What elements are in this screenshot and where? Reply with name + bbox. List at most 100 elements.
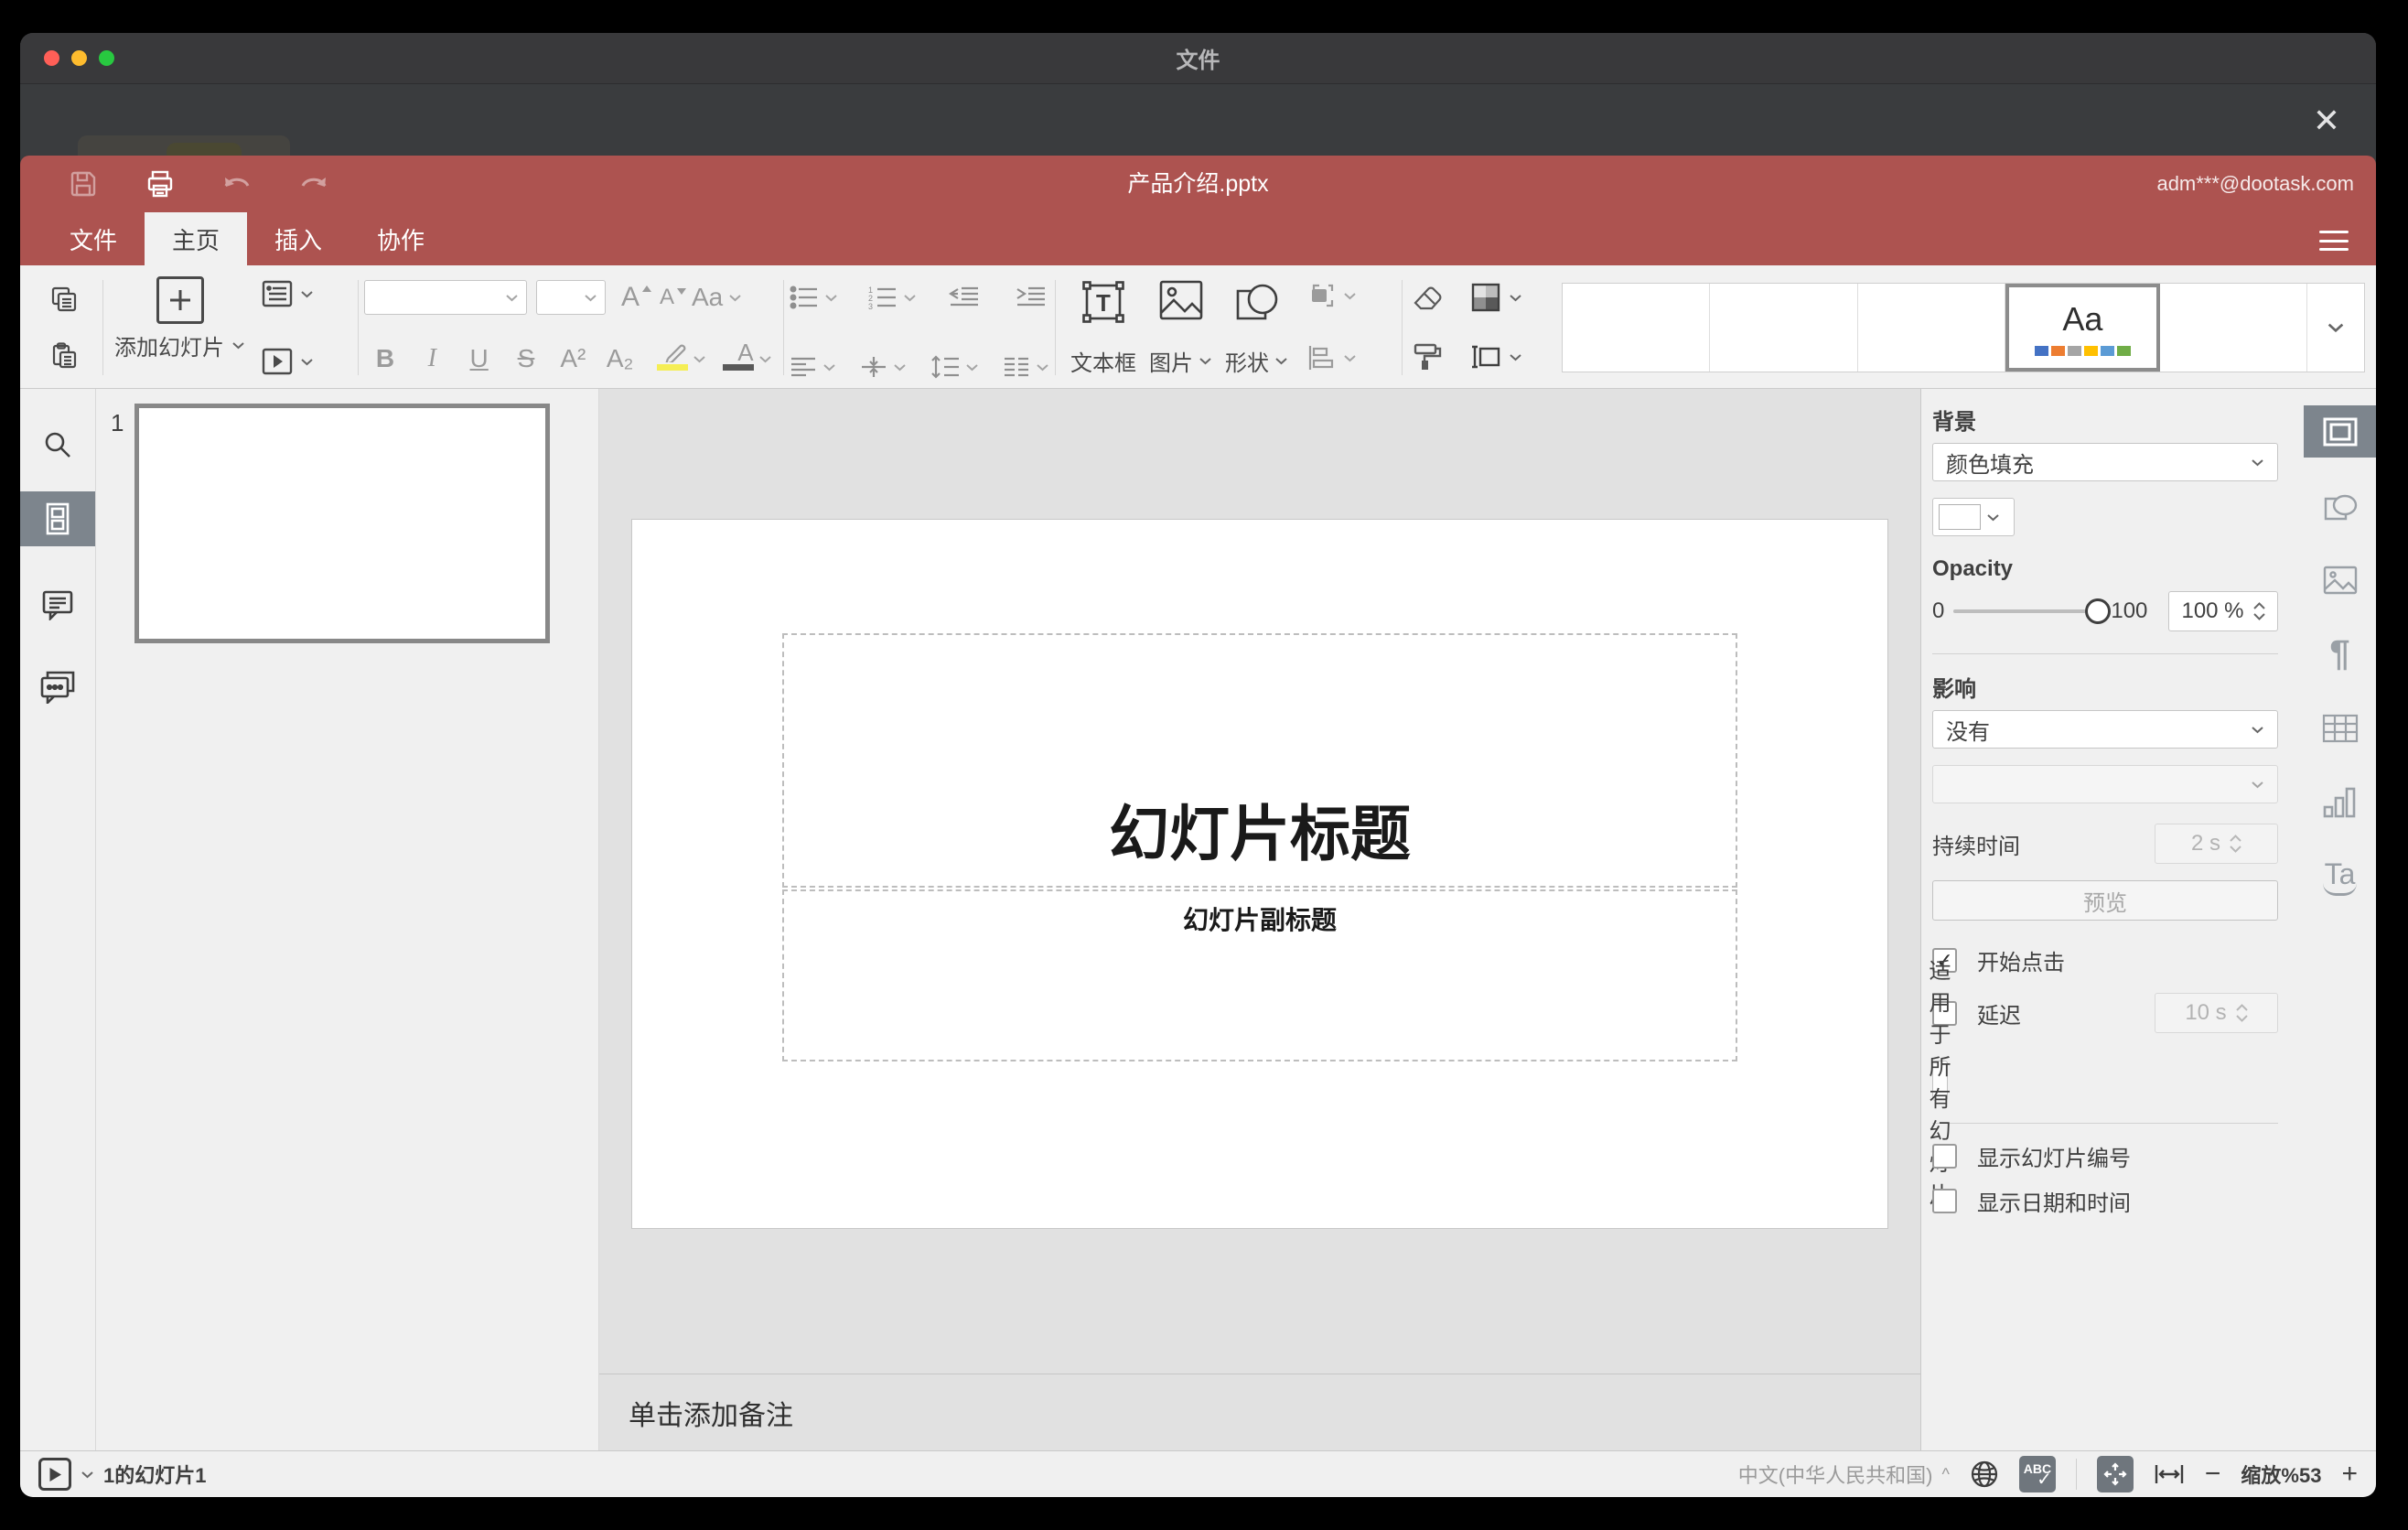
bold-button[interactable]: B: [364, 339, 406, 379]
subtitle-placeholder[interactable]: 幻灯片副标题: [782, 889, 1737, 1061]
opacity-spinner[interactable]: 100 %: [2168, 591, 2278, 631]
text-art-settings-icon[interactable]: Ta: [2304, 850, 2376, 902]
close-editor-button[interactable]: ✕: [2306, 101, 2347, 141]
chat-icon[interactable]: [20, 660, 95, 715]
color-scheme-button[interactable]: [1470, 282, 1522, 313]
apply-to-all-slides-button[interactable]: 适用于所有幻灯片: [1930, 959, 1951, 1208]
paint-roller-icon[interactable]: [1412, 342, 1443, 372]
highlight-color-bar: [656, 363, 688, 371]
preview-button: 预览: [1932, 880, 2278, 921]
macos-titlebar: 文件: [20, 33, 2376, 84]
svg-text:T: T: [1096, 289, 1111, 317]
slide-thumbnail-selected[interactable]: [134, 404, 550, 643]
slide-layout-button[interactable]: [262, 280, 314, 307]
chevron-down-icon[interactable]: [81, 1471, 94, 1479]
strikethrough-button[interactable]: S: [505, 339, 547, 379]
font-name-select[interactable]: [364, 280, 527, 315]
theme-thumbnail[interactable]: [2160, 284, 2308, 372]
panel-divider: [1932, 1123, 2278, 1124]
menu-icon[interactable]: [2319, 231, 2349, 251]
fill-color-picker[interactable]: [1932, 498, 2015, 536]
tab-file[interactable]: 文件: [42, 212, 145, 265]
insert-image-button[interactable]: 图片: [1149, 276, 1212, 379]
bullet-list-button[interactable]: [790, 286, 838, 309]
table-settings-icon[interactable]: [2304, 702, 2376, 754]
arrange-shape-button[interactable]: [1306, 282, 1357, 309]
numbered-list-button[interactable]: 123: [868, 286, 917, 309]
underline-button[interactable]: U: [458, 339, 500, 379]
overlay-backdrop: ✕: [20, 84, 2376, 156]
title-placeholder[interactable]: 幻灯片标题: [782, 633, 1737, 888]
slide-canvas[interactable]: 幻灯片标题 幻灯片副标题: [599, 389, 1920, 1374]
opacity-slider-track[interactable]: [1953, 609, 2090, 613]
start-slideshow-button[interactable]: [262, 348, 314, 375]
increase-font-icon[interactable]: A: [618, 276, 655, 318]
superscript-button[interactable]: A²: [552, 339, 594, 379]
theme-thumbnail-selected[interactable]: Aa: [2005, 284, 2160, 372]
tools-group: [1408, 276, 1554, 379]
highlight-color-button[interactable]: [646, 339, 688, 379]
undo-icon[interactable]: [221, 168, 253, 199]
theme-thumbnail[interactable]: [1563, 284, 1711, 372]
decrease-indent-icon[interactable]: [946, 276, 983, 318]
tab-insert[interactable]: 插入: [247, 212, 349, 265]
increase-indent-icon[interactable]: [1013, 276, 1049, 318]
italic-button[interactable]: I: [411, 339, 453, 379]
paragraph-settings-icon[interactable]: ¶: [2304, 628, 2376, 680]
slide[interactable]: 幻灯片标题 幻灯片副标题: [632, 520, 1887, 1228]
comments-icon[interactable]: [20, 577, 95, 632]
start-slideshow-status-button[interactable]: [38, 1458, 71, 1491]
language-selector[interactable]: 中文(中华人民共和国) ^: [1738, 1460, 1950, 1489]
save-icon[interactable]: [68, 168, 99, 199]
horizontal-align-button[interactable]: [790, 356, 836, 378]
tab-collaboration[interactable]: 协作: [349, 212, 452, 265]
redo-icon[interactable]: [298, 168, 329, 199]
font-color-button[interactable]: A: [712, 339, 754, 379]
show-slide-number-checkbox[interactable]: [1932, 1144, 1957, 1169]
fit-to-slide-icon[interactable]: [2096, 1456, 2134, 1492]
decrease-font-icon[interactable]: A: [655, 276, 692, 318]
notes-area[interactable]: 单击添加备注: [599, 1374, 1920, 1450]
slides-panel-icon[interactable]: [20, 491, 95, 546]
eraser-icon[interactable]: [1412, 285, 1445, 310]
columns-button[interactable]: [1003, 356, 1049, 378]
fill-type-select[interactable]: 颜色填充: [1932, 443, 2278, 481]
chart-settings-icon[interactable]: [2304, 776, 2376, 828]
chevron-down-icon: [300, 290, 314, 298]
align-shape-button[interactable]: [1306, 344, 1357, 372]
tab-home[interactable]: 主页: [145, 212, 248, 265]
text-box-button[interactable]: T 文本框: [1070, 276, 1136, 379]
vertical-align-button[interactable]: [860, 355, 907, 379]
fit-to-width-icon[interactable]: [2154, 1463, 2185, 1485]
start-on-click-label: 开始点击: [1977, 951, 2065, 975]
theme-gallery-expand-button[interactable]: [2307, 284, 2364, 372]
font-size-select[interactable]: [536, 280, 606, 315]
theme-thumbnail[interactable]: [1710, 284, 1858, 372]
zoom-in-button[interactable]: +: [2341, 1460, 2358, 1488]
insert-shape-button[interactable]: 形状: [1225, 276, 1288, 379]
print-icon[interactable]: [145, 168, 176, 199]
zoom-out-button[interactable]: −: [2205, 1460, 2221, 1488]
paste-icon[interactable]: [31, 335, 97, 377]
opacity-max: 100: [2111, 598, 2148, 623]
line-spacing-button[interactable]: [930, 355, 979, 379]
document-language-icon[interactable]: [1970, 1460, 1999, 1489]
status-bar: 1的幻灯片1 中文(中华人民共和国) ^ ABC ✓ − 缩放%53 +: [20, 1450, 2376, 1497]
search-icon[interactable]: [20, 422, 95, 468]
slide-group: 添加幻灯片: [109, 276, 352, 379]
shape-settings-icon[interactable]: [2304, 479, 2376, 532]
image-settings-icon[interactable]: [2304, 554, 2376, 606]
change-case-icon[interactable]: Aa: [692, 276, 742, 318]
opacity-slider-handle[interactable]: [2085, 598, 2112, 624]
effect-select[interactable]: 没有: [1932, 710, 2278, 749]
image-icon: [1159, 280, 1202, 320]
spell-check-icon[interactable]: ABC ✓: [2018, 1456, 2056, 1492]
show-date-checkbox[interactable]: [1932, 1189, 1957, 1213]
subscript-button[interactable]: A₂: [599, 339, 641, 379]
copy-icon[interactable]: [31, 278, 97, 320]
slide-size-button[interactable]: [1468, 343, 1522, 371]
slide-settings-icon[interactable]: [2304, 405, 2376, 458]
theme-thumbnail[interactable]: [1858, 284, 2006, 372]
theme-sample-text: Aa: [2062, 299, 2103, 338]
add-slide-button[interactable]: 添加幻灯片: [114, 276, 245, 379]
